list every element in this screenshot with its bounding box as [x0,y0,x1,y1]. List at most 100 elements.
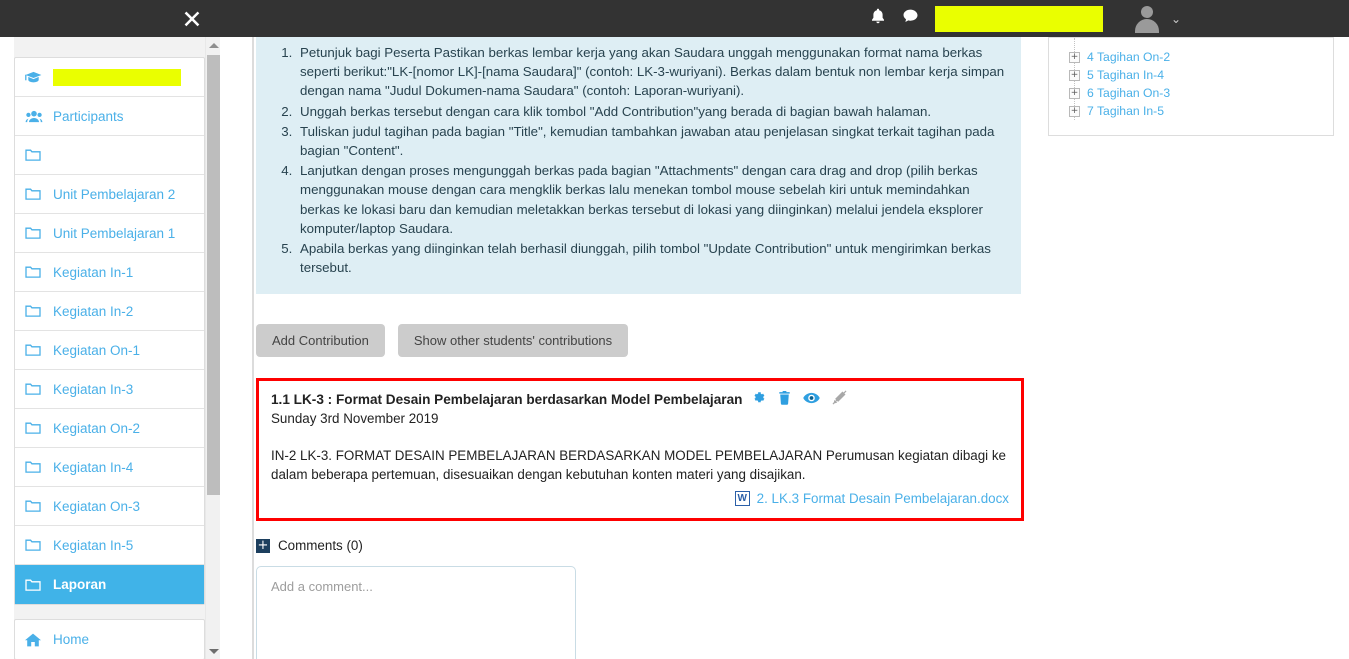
folder-icon [25,460,45,474]
bell-icon[interactable] [870,8,886,30]
contribution-date: Sunday 3rd November 2019 [271,411,439,427]
tree-item-link[interactable]: 4 Tagihan On-2 [1087,50,1170,64]
instruction-list: Petunjuk bagi Peserta Pastikan berkas le… [266,43,1011,277]
close-icon[interactable]: ✕ [176,6,208,34]
delete-trash-icon[interactable] [778,390,791,408]
chevron-down-icon[interactable]: ⌄ [1171,12,1181,26]
expand-plus-icon[interactable]: + [1069,69,1080,81]
instruction-item: Tuliskan judul tagihan pada bagian "Titl… [296,122,1011,160]
word-document-icon: W [734,491,750,507]
activity-tree-panel: +4 Tagihan On-2 +5 Tagihan In-4 +6 Tagihan… [1048,37,1334,136]
view-eye-icon[interactable] [803,392,821,407]
content-left-gutter [220,37,256,659]
sidebar-item-label: Participants [53,108,124,124]
folder-icon [25,538,45,552]
sidebar-item-kegiatan-on-2[interactable]: Kegiatan On-2 [15,409,204,448]
attachment-link[interactable]: 2. LK.3 Format Desain Pembelajaran.docx [757,491,1009,506]
folder-icon [25,343,45,357]
instruction-item: Petunjuk bagi Peserta Pastikan berkas le… [296,43,1011,101]
folder-icon [25,226,45,240]
sidebar-item-kegiatan-in-2[interactable]: Kegiatan In-2 [15,292,204,331]
folder-icon [25,578,45,592]
add-contribution-button[interactable]: Add Contribution [256,324,385,358]
expand-plus-icon[interactable]: + [1069,51,1080,63]
sidebar-item-kegiatan-on-3[interactable]: Kegiatan On-3 [15,487,204,526]
tree-row: +5 Tagihan In-4 [1049,66,1333,84]
folder-icon [25,382,45,396]
comment-input[interactable] [256,566,576,659]
sidebar-item-label: Kegiatan In-3 [53,381,134,397]
sidebar-item-untitled-2[interactable] [15,136,204,175]
tree-item-link[interactable]: 7 Tagihan In-5 [1087,104,1164,118]
sidebar-item-unit-pembelajaran-2[interactable]: Unit Pembelajaran 2 [15,175,204,214]
folder-icon [25,304,45,318]
tree-row: +7 Tagihan In-5 [1049,102,1333,120]
sidebar-scrollbar[interactable] [205,37,220,659]
home-icon [25,633,45,647]
comments-label: Comments (0) [278,538,363,554]
sidebar-item-label: Kegiatan In-5 [53,537,134,553]
sidebar-item-laporan[interactable]: Laporan [15,565,204,604]
sidebar-item-label: Kegiatan On-2 [53,420,141,436]
sidebar-item-kegiatan-in-1[interactable]: Kegiatan In-1 [15,253,204,292]
scroll-up-arrow-icon[interactable] [206,37,221,53]
attachment-row: W 2. LK.3 Format Desain Pembelajaran.doc… [271,491,1009,507]
scroll-down-arrow-icon[interactable] [206,643,221,659]
folder-icon [25,421,45,435]
instructions-panel: Petunjuk bagi Peserta Pastikan berkas le… [256,37,1021,295]
sidebar-item-label [53,68,181,86]
contribution-action-icons [751,390,847,408]
comments-expand-icon[interactable]: + [256,538,270,553]
instruction-item: Unggah berkas tersebut dengan cara klik … [296,102,1011,121]
instruction-item: Apabila berkas yang diinginkan telah ber… [296,239,1011,277]
sidebar-item-kegiatan-in-5[interactable]: Kegiatan In-5 [15,526,204,565]
edit-pencil-icon[interactable] [832,390,847,408]
users-icon [25,110,45,123]
contribution-title-row: 1.1 LK-3 : Format Desain Pembelajaran be… [271,390,1009,408]
sidebar-item-label: Unit Pembelajaran 1 [53,225,176,241]
folder-icon [25,187,45,201]
sidebar-item-label: Laporan [53,577,107,592]
show-other-contributions-button[interactable]: Show other students' contributions [397,324,629,358]
expand-plus-icon[interactable]: + [1069,105,1080,117]
avatar-group[interactable]: ⌄ [1133,5,1181,33]
sidebar-item-participants[interactable]: Participants [15,97,204,136]
user-name-redacted [934,5,1103,32]
sidebar-item-unit-pembelajaran-1[interactable]: Unit Pembelajaran 1 [15,214,204,253]
sidebar-nav-block: Participants Unit Pembelajaran 2 Unit Pemb… [14,57,205,605]
instruction-item: Lanjutkan dengan proses mengunggah berka… [296,161,1011,238]
message-icon[interactable] [902,8,919,29]
settings-gear-icon[interactable] [751,390,766,408]
contribution-body: IN-2 LK-3. FORMAT DESAIN PEMBELAJARAN BE… [271,448,1006,483]
expand-plus-icon[interactable]: + [1069,87,1080,99]
sidebar: Participants Unit Pembelajaran 2 Unit Pemb… [14,37,205,659]
sidebar-item-home[interactable]: Home [15,620,204,659]
sidebar-item-label: Kegiatan In-1 [53,264,134,280]
topbar-right-group: ⌄ [870,0,1181,37]
main-content: Petunjuk bagi Peserta Pastikan berkas le… [256,37,1024,659]
graduation-cap-icon [25,71,45,84]
folder-icon [25,499,45,513]
contribution-card: 1.1 LK-3 : Format Desain Pembelajaran be… [256,378,1024,522]
sidebar-item-kegiatan-on-1[interactable]: Kegiatan On-1 [15,331,204,370]
sidebar-item-kegiatan-in-3[interactable]: Kegiatan In-3 [15,370,204,409]
sidebar-item-label: Kegiatan On-1 [53,342,141,358]
avatar[interactable] [1133,5,1161,33]
activity-tree-list: +4 Tagihan On-2 +5 Tagihan In-4 +6 Tagihan… [1049,38,1333,120]
tree-row: +6 Tagihan On-3 [1049,84,1333,102]
left-edge-strip [0,37,14,659]
tree-item-link[interactable]: 6 Tagihan On-3 [1087,86,1170,100]
action-button-row: Add Contribution Show other students' co… [256,324,1024,358]
scrollbar-thumb[interactable] [207,55,220,495]
comments-header: + Comments (0) [256,538,1024,553]
tree-item-link[interactable]: 5 Tagihan In-4 [1087,68,1164,82]
contribution-title: 1.1 LK-3 : Format Desain Pembelajaran be… [271,391,743,407]
sidebar-item-untitled-0[interactable] [15,58,204,97]
sidebar-item-label: Kegiatan In-4 [53,459,134,475]
tree-row: +4 Tagihan On-2 [1049,48,1333,66]
sidebar-item-kegiatan-in-4[interactable]: Kegiatan In-4 [15,448,204,487]
folder-icon [25,265,45,279]
sidebar-item-label: Kegiatan In-2 [53,303,134,319]
sidebar-item-label: Home [53,632,90,647]
folder-icon [25,148,45,162]
